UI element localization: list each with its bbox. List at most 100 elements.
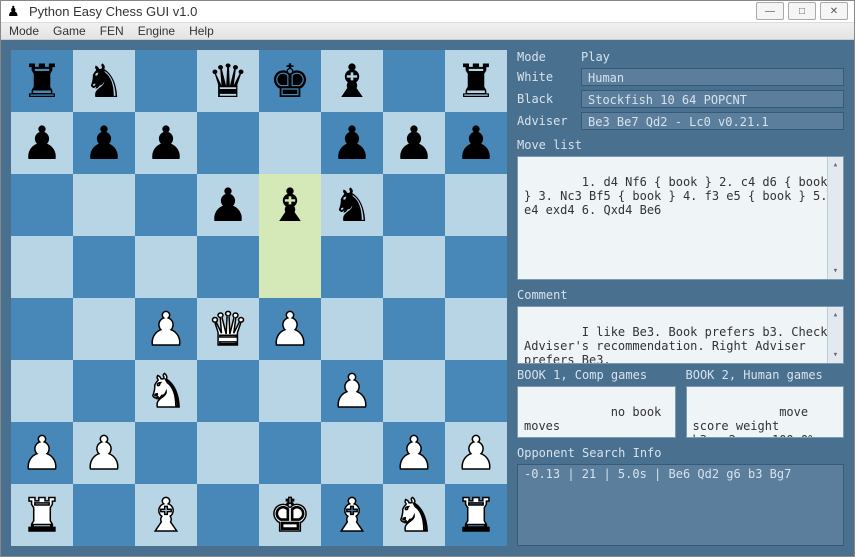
search-info-field[interactable]: -0.13 | 21 | 5.0s | Be6 Qd2 g6 b3 Bg7 bbox=[517, 464, 844, 546]
close-button[interactable]: ✕ bbox=[820, 2, 848, 20]
black-pawn-icon[interactable]: ♟ bbox=[83, 120, 124, 166]
square-c1[interactable]: ♝ bbox=[135, 484, 197, 546]
white-field[interactable]: Human bbox=[581, 68, 844, 86]
square-g8[interactable] bbox=[383, 50, 445, 112]
square-d5[interactable] bbox=[197, 236, 259, 298]
scroll-down-icon[interactable]: ▾ bbox=[828, 263, 843, 279]
square-c8[interactable] bbox=[135, 50, 197, 112]
square-a8[interactable]: ♜ bbox=[11, 50, 73, 112]
book2-box[interactable]: move score weight b3 2 100.0% bbox=[686, 386, 845, 438]
square-h2[interactable]: ♟ bbox=[445, 422, 507, 484]
black-pawn-icon[interactable]: ♟ bbox=[455, 120, 496, 166]
adviser-field[interactable]: Be3 Be7 Qd2 - Lc0 v0.21.1 bbox=[581, 112, 844, 130]
square-f3[interactable]: ♟ bbox=[321, 360, 383, 422]
square-b6[interactable] bbox=[73, 174, 135, 236]
movelist-scrollbar[interactable]: ▴ ▾ bbox=[827, 157, 843, 279]
white-rook-icon[interactable]: ♜ bbox=[21, 492, 62, 538]
black-pawn-icon[interactable]: ♟ bbox=[207, 182, 248, 228]
black-knight-icon[interactable]: ♞ bbox=[83, 58, 124, 104]
square-d8[interactable]: ♛ bbox=[197, 50, 259, 112]
menu-fen[interactable]: FEN bbox=[100, 24, 124, 38]
square-c3[interactable]: ♞ bbox=[135, 360, 197, 422]
square-d3[interactable] bbox=[197, 360, 259, 422]
square-f7[interactable]: ♟ bbox=[321, 112, 383, 174]
menu-game[interactable]: Game bbox=[53, 24, 86, 38]
square-b4[interactable] bbox=[73, 298, 135, 360]
black-knight-icon[interactable]: ♞ bbox=[331, 182, 372, 228]
square-d4[interactable]: ♛ bbox=[197, 298, 259, 360]
white-bishop-icon[interactable]: ♝ bbox=[331, 492, 372, 538]
square-f6[interactable]: ♞ bbox=[321, 174, 383, 236]
square-g4[interactable] bbox=[383, 298, 445, 360]
maximize-button[interactable]: □ bbox=[788, 2, 816, 20]
square-h8[interactable]: ♜ bbox=[445, 50, 507, 112]
black-pawn-icon[interactable]: ♟ bbox=[393, 120, 434, 166]
square-a1[interactable]: ♜ bbox=[11, 484, 73, 546]
square-a3[interactable] bbox=[11, 360, 73, 422]
scroll-up-icon[interactable]: ▴ bbox=[828, 307, 843, 323]
white-rook-icon[interactable]: ♜ bbox=[455, 492, 496, 538]
minimize-button[interactable]: — bbox=[756, 2, 784, 20]
white-bishop-icon[interactable]: ♝ bbox=[145, 492, 186, 538]
white-pawn-icon[interactable]: ♟ bbox=[393, 430, 434, 476]
black-king-icon[interactable]: ♚ bbox=[269, 58, 310, 104]
black-bishop-icon[interactable]: ♝ bbox=[331, 58, 372, 104]
square-b1[interactable] bbox=[73, 484, 135, 546]
square-d6[interactable]: ♟ bbox=[197, 174, 259, 236]
white-pawn-icon[interactable]: ♟ bbox=[21, 430, 62, 476]
white-knight-icon[interactable]: ♞ bbox=[393, 492, 434, 538]
movelist-box[interactable]: 1. d4 Nf6 { book } 2. c4 d6 { book } 3. … bbox=[517, 156, 844, 280]
black-rook-icon[interactable]: ♜ bbox=[21, 58, 62, 104]
square-g3[interactable] bbox=[383, 360, 445, 422]
square-e7[interactable] bbox=[259, 112, 321, 174]
white-king-icon[interactable]: ♚ bbox=[269, 492, 310, 538]
square-h7[interactable]: ♟ bbox=[445, 112, 507, 174]
square-h5[interactable] bbox=[445, 236, 507, 298]
square-c4[interactable]: ♟ bbox=[135, 298, 197, 360]
black-field[interactable]: Stockfish 10 64 POPCNT bbox=[581, 90, 844, 108]
white-knight-icon[interactable]: ♞ bbox=[145, 368, 186, 414]
square-g5[interactable] bbox=[383, 236, 445, 298]
square-f8[interactable]: ♝ bbox=[321, 50, 383, 112]
square-e8[interactable]: ♚ bbox=[259, 50, 321, 112]
black-rook-icon[interactable]: ♜ bbox=[455, 58, 496, 104]
menu-help[interactable]: Help bbox=[189, 24, 214, 38]
white-pawn-icon[interactable]: ♟ bbox=[455, 430, 496, 476]
square-b5[interactable] bbox=[73, 236, 135, 298]
menu-engine[interactable]: Engine bbox=[138, 24, 175, 38]
white-pawn-icon[interactable]: ♟ bbox=[145, 306, 186, 352]
square-h3[interactable] bbox=[445, 360, 507, 422]
square-f5[interactable] bbox=[321, 236, 383, 298]
square-b3[interactable] bbox=[73, 360, 135, 422]
square-h1[interactable]: ♜ bbox=[445, 484, 507, 546]
square-f1[interactable]: ♝ bbox=[321, 484, 383, 546]
square-e3[interactable] bbox=[259, 360, 321, 422]
square-b7[interactable]: ♟ bbox=[73, 112, 135, 174]
square-e6[interactable]: ♝ bbox=[259, 174, 321, 236]
square-a6[interactable] bbox=[11, 174, 73, 236]
black-pawn-icon[interactable]: ♟ bbox=[331, 120, 372, 166]
chess-board[interactable]: ♜♞♛♚♝♜♟♟♟♟♟♟♟♝♞♟♛♟♞♟♟♟♟♟♜♝♚♝♞♜ bbox=[11, 50, 507, 546]
square-c5[interactable] bbox=[135, 236, 197, 298]
square-e5[interactable] bbox=[259, 236, 321, 298]
white-pawn-icon[interactable]: ♟ bbox=[269, 306, 310, 352]
menu-mode[interactable]: Mode bbox=[9, 24, 39, 38]
square-a7[interactable]: ♟ bbox=[11, 112, 73, 174]
square-a5[interactable] bbox=[11, 236, 73, 298]
black-bishop-icon[interactable]: ♝ bbox=[269, 182, 310, 228]
square-h4[interactable] bbox=[445, 298, 507, 360]
square-g1[interactable]: ♞ bbox=[383, 484, 445, 546]
square-e1[interactable]: ♚ bbox=[259, 484, 321, 546]
white-pawn-icon[interactable]: ♟ bbox=[331, 368, 372, 414]
book1-box[interactable]: no book moves bbox=[517, 386, 676, 438]
comment-box[interactable]: I like Be3. Book prefers b3. Check Advis… bbox=[517, 306, 844, 364]
square-e2[interactable] bbox=[259, 422, 321, 484]
square-g7[interactable]: ♟ bbox=[383, 112, 445, 174]
square-a4[interactable] bbox=[11, 298, 73, 360]
square-a2[interactable]: ♟ bbox=[11, 422, 73, 484]
comment-scrollbar[interactable]: ▴ ▾ bbox=[827, 307, 843, 363]
square-d7[interactable] bbox=[197, 112, 259, 174]
scroll-up-icon[interactable]: ▴ bbox=[828, 157, 843, 173]
white-queen-icon[interactable]: ♛ bbox=[207, 306, 248, 352]
square-b8[interactable]: ♞ bbox=[73, 50, 135, 112]
